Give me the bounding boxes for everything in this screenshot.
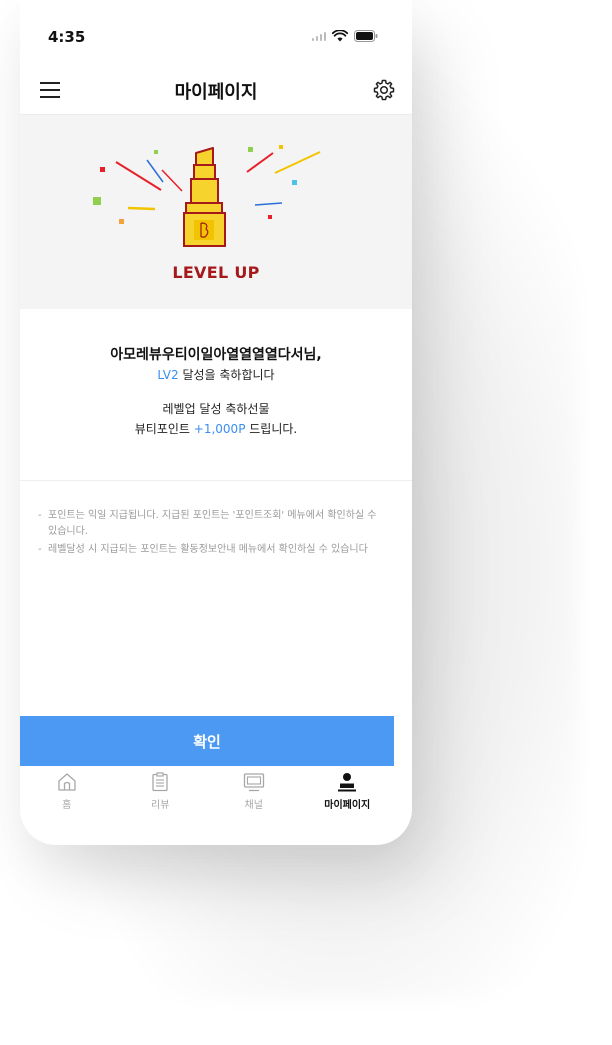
- bottom-tab-bar: 홈 리뷰 채널 마이페이지: [20, 766, 394, 816]
- notice-list: - 포인트는 익일 지급됩니다. 지급된 포인트는 '포인트조회' 메뉴에서 확…: [38, 508, 378, 560]
- home-icon: [58, 773, 76, 791]
- level-value: LV2: [157, 368, 179, 382]
- person-icon: [338, 773, 357, 792]
- tab-label: 홈: [62, 800, 72, 811]
- tab-channel[interactable]: 채널: [207, 766, 301, 816]
- level-up-title: LEVEL UP: [172, 263, 260, 282]
- status-bar: 4:35: [20, 0, 412, 70]
- gift-points-line: 뷰티포인트 +1,000P 드립니다.: [20, 419, 412, 439]
- gear-icon[interactable]: [372, 78, 396, 102]
- lipstick-icon: [93, 145, 321, 247]
- status-time: 4:35: [48, 28, 86, 46]
- section-divider: [20, 480, 412, 481]
- notice-dash: -: [38, 510, 42, 521]
- user-greeting: 아모레뷰우티이일아열열열열다서님,: [110, 347, 322, 363]
- level-congrats-line: LV2 달성을 축하합니다: [20, 365, 412, 385]
- notice-item: - 포인트는 익일 지급됩니다. 지급된 포인트는 '포인트조회' 메뉴에서 확…: [38, 508, 378, 540]
- wifi-icon: [332, 30, 348, 42]
- notice-text: 레벨달성 시 지급되는 포인트는 활동정보안내 메뉴에서 확인하실 수 있습니다: [48, 544, 368, 555]
- points-value: +1,000P: [193, 422, 246, 436]
- gift-title: 레벨업 달성 축하선물: [162, 402, 270, 416]
- tab-label: 채널: [244, 800, 263, 811]
- app-header: 마이페이지: [20, 70, 412, 115]
- tab-review[interactable]: 리뷰: [114, 766, 208, 816]
- review-clipboard-icon: [152, 772, 168, 792]
- gift-prefix: 뷰티포인트: [134, 422, 194, 436]
- congrats-message: 아모레뷰우티이일아열열열열다서님, LV2 달성을 축하합니다 레벨업 달성 축…: [20, 345, 412, 439]
- tab-label: 리뷰: [151, 800, 170, 811]
- channel-tv-icon: [243, 773, 264, 792]
- tab-label: 마이페이지: [324, 800, 371, 811]
- lipstick: [183, 147, 226, 247]
- signal-icon: [311, 31, 326, 41]
- notice-item: - 레벨달성 시 지급되는 포인트는 활동정보안내 메뉴에서 확인하실 수 있습…: [38, 542, 378, 558]
- congrats-text: 달성을 축하합니다: [178, 368, 275, 382]
- notice-text: 포인트는 익일 지급됩니다. 지급된 포인트는 '포인트조회' 메뉴에서 확인하…: [48, 510, 377, 537]
- battery-icon: [354, 30, 378, 42]
- gift-suffix: 드립니다.: [245, 422, 298, 436]
- tab-mypage[interactable]: 마이페이지: [301, 766, 395, 816]
- notice-dash: -: [38, 544, 42, 555]
- page-title: 마이페이지: [174, 82, 258, 103]
- confirm-button[interactable]: 확인: [20, 716, 394, 766]
- tab-home[interactable]: 홈: [20, 766, 114, 816]
- phone-screen: 4:35 마이페이지 LEVEL UP 아모레뷰우티이일아열열열열다서님, LV…: [20, 0, 412, 845]
- status-icons: [311, 30, 379, 42]
- level-up-hero: LEVEL UP: [20, 115, 412, 309]
